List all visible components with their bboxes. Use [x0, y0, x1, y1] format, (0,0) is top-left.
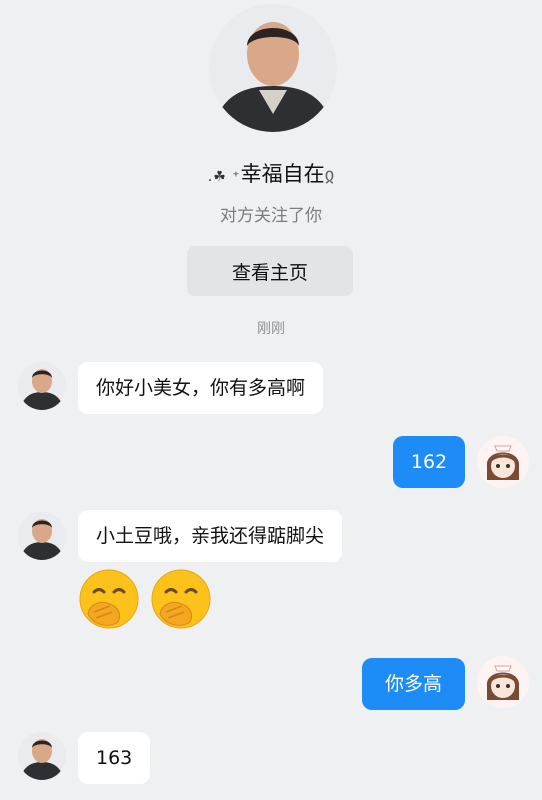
- name-decoration-prefix: .☘ ⁺: [207, 169, 241, 185]
- anime-girl-avatar-icon: [477, 656, 529, 708]
- message-bubble-incoming[interactable]: 你好小美女，你有多高啊: [78, 362, 324, 414]
- profile-nickname: 幸福自在: [240, 162, 325, 186]
- anime-girl-avatar-icon: [477, 436, 529, 488]
- message-bubble-outgoing[interactable]: 162: [393, 436, 465, 488]
- follow-notice: 对方关注了你: [220, 206, 322, 226]
- man-avatar-icon: [18, 732, 66, 780]
- face-with-hand-over-mouth-emoji-icon[interactable]: [150, 568, 212, 630]
- sender-avatar[interactable]: [18, 512, 66, 560]
- profile-avatar[interactable]: [209, 4, 337, 132]
- man-avatar-icon: [209, 4, 337, 132]
- sender-avatar[interactable]: [18, 732, 66, 780]
- sender-avatar[interactable]: [18, 362, 66, 410]
- message-bubble-incoming[interactable]: 小土豆哦，亲我还得踮脚尖: [78, 510, 343, 562]
- man-avatar-icon: [18, 512, 66, 560]
- name-decoration-suffix: ჲ: [324, 164, 335, 186]
- user-avatar[interactable]: [477, 436, 529, 488]
- user-avatar[interactable]: [477, 656, 529, 708]
- profile-name: .☘ ⁺幸福自在ჲ: [0, 158, 542, 188]
- message-bubble-incoming[interactable]: 163: [78, 732, 151, 784]
- message-bubble-outgoing[interactable]: 你多高: [362, 658, 465, 710]
- message-timestamp: 刚刚: [257, 321, 285, 337]
- view-homepage-button[interactable]: 查看主页: [187, 246, 353, 296]
- face-with-hand-over-mouth-emoji-icon[interactable]: [78, 568, 140, 630]
- man-avatar-icon: [18, 362, 66, 410]
